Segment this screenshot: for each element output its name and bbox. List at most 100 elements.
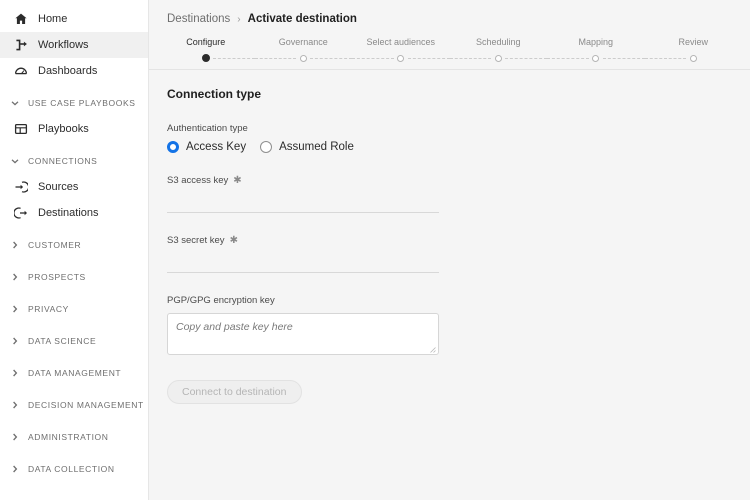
sidebar-section-privacy[interactable]: PRIVACY [0, 296, 148, 322]
radio-button[interactable] [260, 141, 273, 153]
chevron-down-icon [10, 98, 20, 108]
step-label: Select audiences [366, 37, 436, 47]
step-configure[interactable]: Configure [157, 37, 255, 69]
sidebar-section-label: DATA MANAGEMENT [28, 368, 122, 378]
s3-access-key-input[interactable] [167, 193, 439, 213]
step-connector [254, 58, 297, 59]
sidebar-item-label: Sources [38, 180, 79, 193]
step-dot [592, 54, 600, 62]
breadcrumb-separator-icon: › [237, 13, 241, 25]
page-title: Activate destination [247, 13, 357, 25]
sidebar-section-administration[interactable]: ADMINISTRATION [0, 424, 148, 450]
configure-form: Connection type Authentication type Acce… [149, 70, 750, 500]
chevron-right-icon [10, 400, 20, 410]
s3-secret-key-label-text: S3 secret key [167, 235, 225, 246]
step-dot [299, 54, 307, 62]
sidebar-section-label: DATA COLLECTION [28, 464, 115, 474]
step-dot [494, 54, 502, 62]
sidebar-item-dashboards[interactable]: Dashboards [0, 58, 148, 84]
sidebar-section-label: PRIVACY [28, 304, 69, 314]
step-dot [689, 54, 697, 62]
step-marker-row [254, 53, 352, 63]
s3-secret-key-input[interactable] [167, 253, 439, 273]
breadcrumb-parent-link[interactable]: Destinations [167, 13, 230, 25]
step-connector [602, 58, 645, 59]
radio-option-assumed-role[interactable]: Assumed Role [260, 141, 354, 153]
chevron-down-icon [10, 156, 20, 166]
pgp-key-field: PGP/GPG encryption key Copy and paste ke… [167, 295, 750, 355]
radio-label: Assumed Role [279, 141, 354, 153]
wizard-stepper: Configure Governance Select audiences Sc… [149, 37, 750, 69]
home-icon [14, 12, 28, 26]
step-marker-row [449, 53, 547, 63]
step-dot-active [201, 54, 210, 62]
sidebar-section-label: PROSPECTS [28, 272, 86, 282]
step-scheduling[interactable]: Scheduling [449, 37, 547, 69]
step-connector [212, 58, 255, 59]
sidebar-section-label: CUSTOMER [28, 240, 82, 250]
sidebar-item-home[interactable]: Home [0, 6, 148, 32]
dashboards-icon [14, 64, 28, 78]
step-review[interactable]: Review [644, 37, 743, 69]
sidebar-section-label: DATA SCIENCE [28, 336, 97, 346]
playbooks-icon [14, 122, 28, 136]
step-label: Governance [278, 37, 328, 47]
sources-icon [14, 180, 28, 194]
step-label: Mapping [578, 37, 614, 47]
pgp-key-label: PGP/GPG encryption key [167, 295, 750, 306]
authentication-type-label: Authentication type [167, 123, 750, 134]
step-marker-row [644, 53, 743, 63]
s3-access-key-label: S3 access key ✱ [167, 175, 439, 186]
step-select-audiences[interactable]: Select audiences [352, 37, 450, 69]
step-connector [505, 58, 547, 59]
app-root: Home Workflows Dashboards USE CASE PLAYB… [0, 0, 750, 500]
sidebar-item-playbooks[interactable]: Playbooks [0, 116, 148, 142]
sidebar-section-data-collection[interactable]: DATA COLLECTION [0, 456, 148, 482]
sidebar-section-connections[interactable]: CONNECTIONS [0, 148, 148, 174]
sidebar-section-customer[interactable]: CUSTOMER [0, 232, 148, 258]
sidebar-section-data-science[interactable]: DATA SCIENCE [0, 328, 148, 354]
workflows-icon [14, 38, 28, 52]
step-marker-row [547, 53, 645, 63]
connect-to-destination-button[interactable]: Connect to destination [167, 380, 302, 404]
panel-title: Connection type [167, 87, 262, 101]
step-connector [644, 58, 687, 59]
sidebar-section-label: ADMINISTRATION [28, 432, 109, 442]
sidebar-section-data-management[interactable]: DATA MANAGEMENT [0, 360, 148, 386]
sidebar-item-workflows[interactable]: Workflows [0, 32, 148, 58]
sidebar-section-prospects[interactable]: PROSPECTS [0, 264, 148, 290]
pgp-key-label-text: PGP/GPG encryption key [167, 295, 275, 306]
breadcrumb: Destinations › Activate destination [149, 10, 750, 28]
sidebar-item-destinations[interactable]: Destinations [0, 200, 148, 226]
step-connector [547, 58, 589, 59]
main-area: Destinations › Activate destination Conf… [149, 0, 750, 500]
resize-handle-icon[interactable] [428, 345, 436, 353]
radio-option-access-key[interactable]: Access Key [167, 141, 246, 153]
step-connector [407, 58, 450, 59]
required-marker-icon: ✱ [233, 174, 242, 186]
authentication-type-label-text: Authentication type [167, 123, 248, 134]
sidebar-section-decision-management[interactable]: DECISION MANAGEMENT [0, 392, 148, 418]
step-mapping[interactable]: Mapping [547, 37, 645, 69]
sidebar-item-label: Home [38, 12, 68, 25]
sidebar-item-label: Destinations [38, 206, 99, 219]
chevron-right-icon [10, 368, 20, 378]
pgp-key-textarea[interactable]: Copy and paste key here [167, 313, 439, 355]
radio-button-selected[interactable] [167, 141, 179, 153]
authentication-type-radio-group: Access Key Assumed Role [167, 141, 750, 153]
chevron-right-icon [10, 272, 20, 282]
radio-label: Access Key [186, 141, 247, 153]
sidebar-section-use-case-playbooks[interactable]: USE CASE PLAYBOOKS [0, 90, 148, 116]
step-connector [310, 58, 352, 59]
sidebar-item-label: Workflows [38, 38, 89, 51]
sidebar-item-sources[interactable]: Sources [0, 174, 148, 200]
step-label: Review [678, 37, 708, 47]
step-marker-row [157, 53, 255, 63]
sidebar-item-label: Playbooks [38, 122, 89, 135]
chevron-right-icon [10, 464, 20, 474]
s3-secret-key-field: S3 secret key ✱ [167, 235, 439, 273]
s3-access-key-field: S3 access key ✱ [167, 175, 439, 213]
step-governance[interactable]: Governance [254, 37, 352, 69]
step-label: Scheduling [475, 37, 521, 47]
chevron-right-icon [10, 304, 20, 314]
